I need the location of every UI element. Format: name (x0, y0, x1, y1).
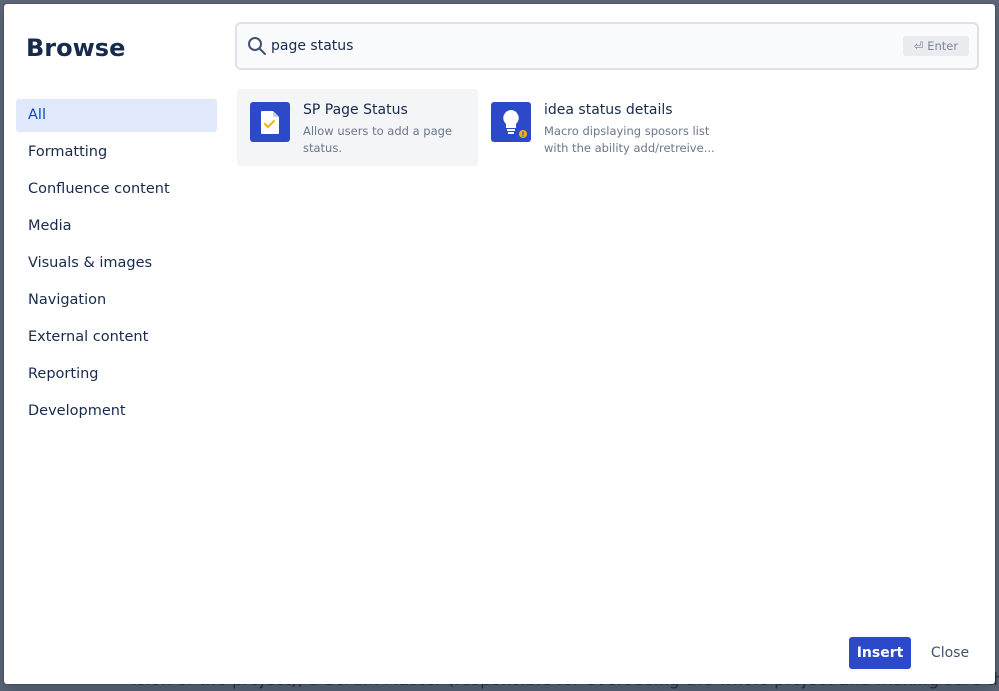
result-description: Macro dipslaying sposors list with the a… (544, 123, 715, 157)
category-visuals-images[interactable]: Visuals & images (16, 247, 217, 280)
search-icon (248, 37, 266, 55)
enter-hint-badge: ⏎ Enter (903, 36, 969, 56)
category-all[interactable]: All (16, 99, 217, 132)
search-input[interactable] (271, 33, 871, 59)
category-external-content[interactable]: External content (16, 321, 217, 354)
category-development[interactable]: Development (16, 395, 217, 428)
result-idea-status-details[interactable]: idea status details Macro dipslaying spo… (478, 89, 719, 166)
category-media[interactable]: Media (16, 210, 217, 243)
result-description-line: with the ability add/retreive... (544, 141, 715, 155)
search-box: ⏎ Enter (235, 22, 979, 70)
category-navigation[interactable]: Navigation (16, 284, 217, 317)
category-formatting[interactable]: Formatting (16, 136, 217, 169)
category-confluence-content[interactable]: Confluence content (16, 173, 217, 206)
page-status-icon (250, 102, 290, 142)
result-title: SP Page Status (303, 102, 408, 118)
browse-macros-dialog: Browse All Formatting Confluence content… (4, 4, 995, 684)
result-title: idea status details (544, 102, 673, 118)
insert-button[interactable]: Insert (849, 637, 911, 669)
category-sidebar: All Formatting Confluence content Media … (16, 99, 217, 432)
result-description-line: status. (303, 141, 342, 155)
dialog-title: Browse (26, 34, 126, 62)
category-reporting[interactable]: Reporting (16, 358, 217, 391)
lightbulb-icon (491, 102, 531, 142)
result-sp-page-status[interactable]: SP Page Status Allow users to add a page… (237, 89, 478, 166)
close-button[interactable]: Close (922, 637, 978, 669)
result-description: Allow users to add a page status. (303, 123, 473, 157)
result-description-line: Allow users to add a page (303, 124, 453, 138)
result-description-line: Macro dipslaying sposors list (544, 124, 710, 138)
